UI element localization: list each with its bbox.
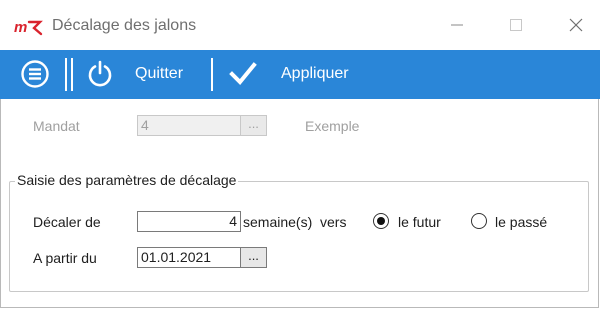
toolbar-separator [211, 58, 213, 91]
radio-future-label[interactable]: le futur [398, 214, 441, 230]
checkmark-icon [229, 62, 257, 85]
radio-past-label[interactable]: le passé [495, 214, 547, 230]
menu-lines-icon[interactable] [20, 59, 50, 89]
maximize-icon [510, 19, 522, 31]
toolbar-separator [65, 58, 67, 91]
mandat-label: Mandat [33, 118, 80, 134]
toolbar: Quitter Appliquer [0, 50, 600, 99]
window-title: Décalage des jalons [52, 17, 197, 34]
svg-text:m: m [14, 19, 27, 36]
radio-past-button[interactable] [471, 213, 487, 229]
shift-parameters-group [9, 181, 589, 292]
radio-future-button[interactable] [373, 213, 389, 229]
example-label: Exemple [305, 118, 360, 134]
shift-amount-input[interactable]: 4 [137, 211, 241, 232]
start-date-label: A partir du [33, 250, 97, 266]
mandat-input[interactable]: 4 [137, 115, 241, 136]
toolbar-separator [71, 58, 73, 91]
title-bar: m Décalage des jalons [0, 0, 600, 50]
minimize-icon [451, 24, 463, 26]
app-logo-icon: m [14, 19, 43, 36]
maximize-button[interactable] [496, 10, 536, 40]
group-title: Saisie des paramètres de décalage [15, 172, 239, 188]
unit-text: semaine(s) vers [243, 214, 347, 230]
close-icon [569, 18, 583, 32]
quit-label: Quitter [135, 65, 184, 82]
apply-label: Appliquer [281, 65, 349, 82]
power-icon [88, 60, 112, 87]
minimize-button[interactable] [437, 10, 477, 40]
mandat-browse-button[interactable]: ... [240, 115, 267, 136]
radio-selected-dot [377, 217, 385, 225]
start-date-input[interactable]: 01.01.2021 [137, 247, 241, 268]
shift-label: Décaler de [33, 214, 101, 230]
start-date-browse-button[interactable]: ... [240, 247, 267, 268]
close-button[interactable] [556, 10, 596, 40]
